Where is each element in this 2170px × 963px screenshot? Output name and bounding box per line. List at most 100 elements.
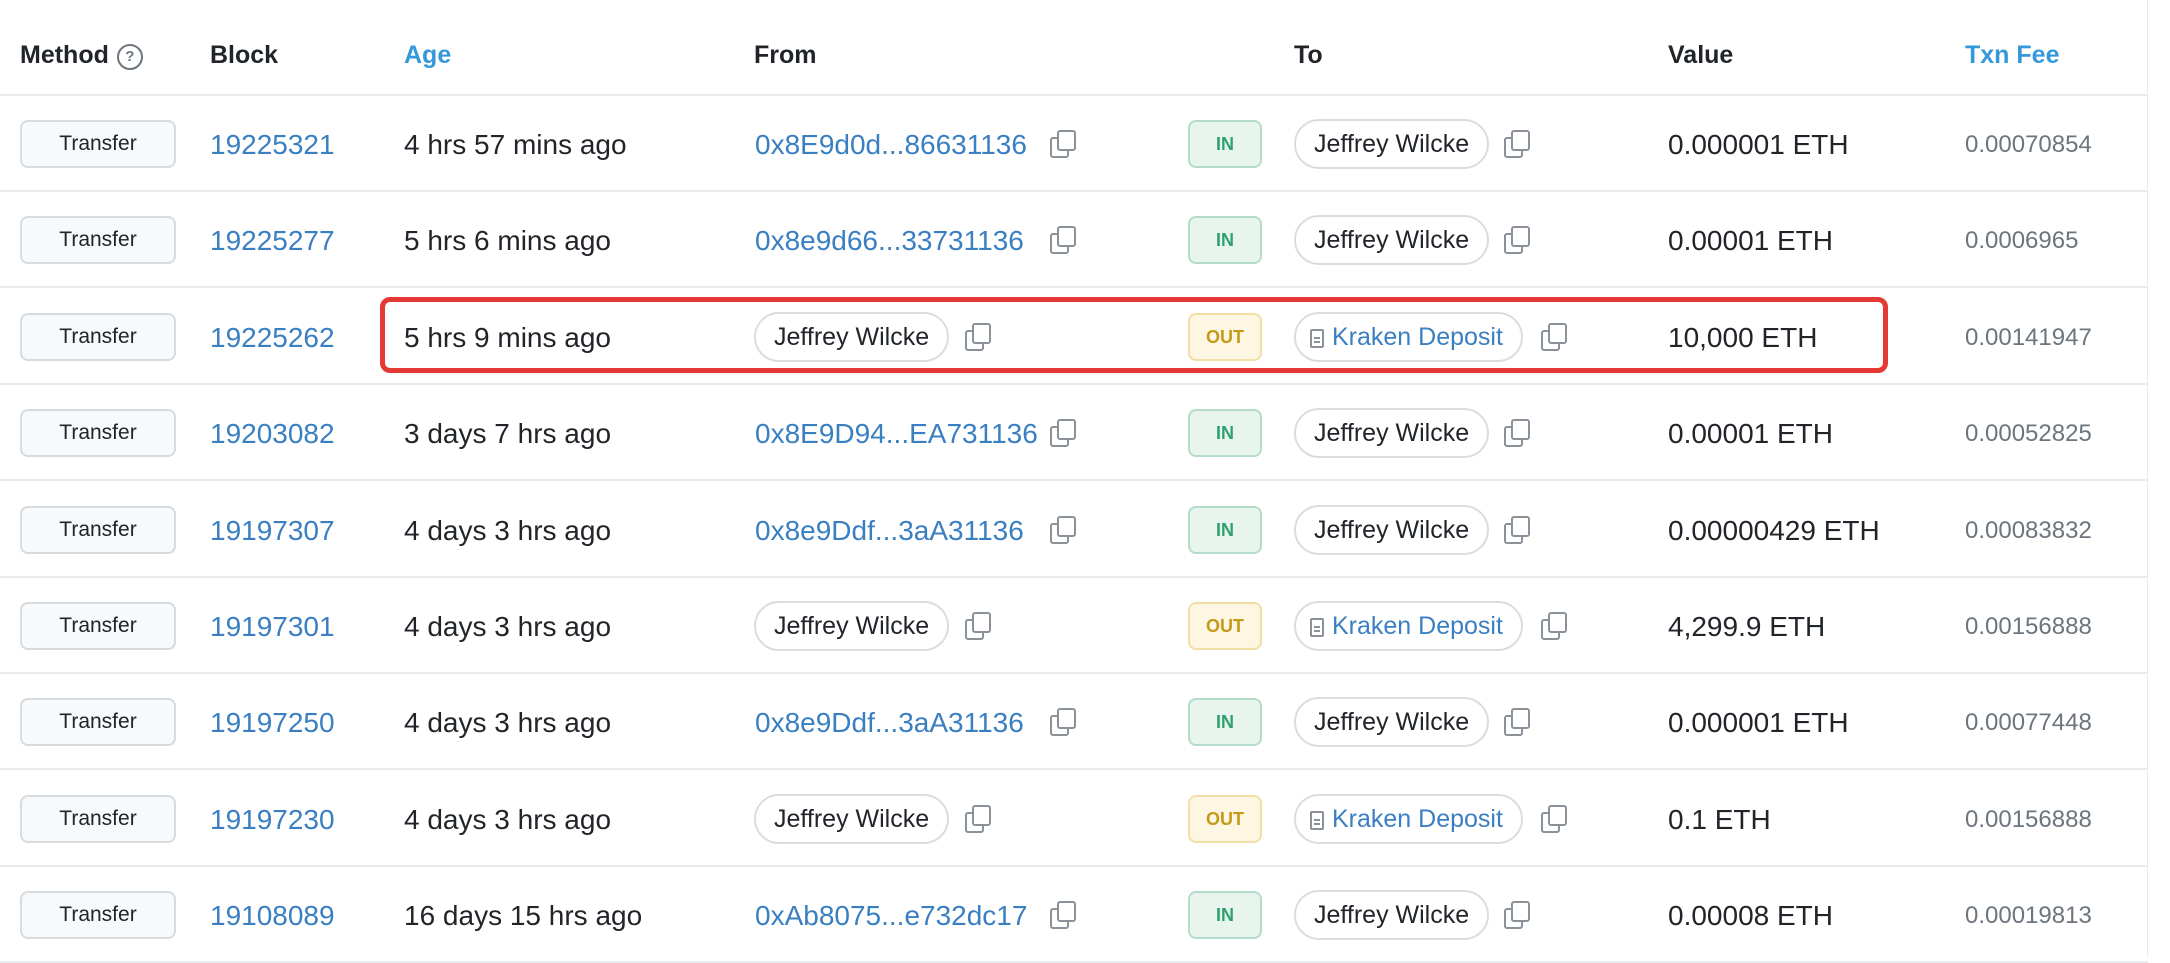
copy-icon[interactable]: [1050, 419, 1076, 448]
column-age[interactable]: Age: [404, 40, 451, 70]
copy-icon[interactable]: [1504, 130, 1530, 158]
to-name-pill[interactable]: Jeffrey Wilcke: [1294, 215, 1490, 266]
direction-badge: OUT: [1188, 602, 1262, 650]
copy-icon[interactable]: [1504, 708, 1530, 737]
copy-icon[interactable]: [1050, 515, 1076, 544]
column-value: Value: [1668, 41, 1734, 69]
from-address-link[interactable]: 0x8E9d0d...86631136: [755, 128, 1027, 162]
age-text: 4 hrs 57 mins ago: [404, 129, 627, 160]
direction-badge: IN: [1188, 409, 1262, 458]
table-row: Transfer 19197307 4 days 3 hrs ago 0x8e9…: [0, 482, 2148, 578]
value-text: 0.000001 ETH: [1668, 707, 1849, 739]
from-address-link[interactable]: 0x8e9d66...33731136: [755, 224, 1024, 258]
from-name-pill[interactable]: Jeffrey Wilcke: [754, 793, 950, 844]
block-link[interactable]: 19197307: [210, 514, 335, 548]
copy-icon[interactable]: [1504, 515, 1530, 544]
table-row: Transfer 19197250 4 days 3 hrs ago 0x8e9…: [0, 674, 2148, 771]
to-contract-pill[interactable]: Kraken Deposit: [1294, 793, 1523, 844]
copy-icon[interactable]: [1504, 901, 1530, 930]
txn-fee-text: 0.00083832: [1965, 516, 2092, 544]
from-address-link[interactable]: 0x8e9Ddf...3aA31136: [755, 706, 1024, 740]
column-txn-fee[interactable]: Txn Fee: [1965, 40, 2059, 70]
block-link[interactable]: 19225262: [210, 321, 335, 355]
from-name-pill[interactable]: Jeffrey Wilcke: [754, 311, 950, 362]
to-contract-label: Kraken Deposit: [1332, 612, 1503, 640]
copy-icon[interactable]: [965, 322, 991, 351]
method-badge[interactable]: Transfer: [20, 312, 176, 361]
block-link[interactable]: 19225321: [210, 128, 335, 162]
block-link[interactable]: 19197230: [210, 803, 335, 837]
value-text: 0.00001 ETH: [1668, 418, 1833, 450]
to-contract-label: Kraken Deposit: [1332, 804, 1503, 833]
age-text: 16 days 15 hrs ago: [404, 900, 643, 932]
txn-fee-text: 0.00052825: [1965, 420, 2092, 448]
age-text: 4 days 3 hrs ago: [404, 803, 612, 835]
value-text: 10,000 ETH: [1668, 321, 1818, 353]
from-address-link[interactable]: 0xAb8075...e732dc17: [755, 899, 1027, 933]
copy-icon[interactable]: [965, 612, 991, 640]
txn-fee-text: 0.00019813: [1965, 902, 2092, 930]
method-badge[interactable]: Transfer: [20, 120, 176, 168]
value-text: 0.00001 ETH: [1668, 225, 1833, 257]
age-text: 4 days 3 hrs ago: [404, 514, 612, 546]
value-text: 0.00008 ETH: [1668, 900, 1833, 932]
block-link[interactable]: 19197301: [210, 610, 335, 644]
document-icon: [1310, 328, 1324, 348]
block-link[interactable]: 19203082: [210, 417, 335, 451]
column-to: To: [1294, 41, 1323, 69]
age-text: 4 days 3 hrs ago: [404, 611, 612, 642]
method-badge[interactable]: Transfer: [20, 409, 176, 458]
block-link[interactable]: 19225277: [210, 224, 335, 258]
txn-fee-text: 0.00156888: [1965, 613, 2092, 640]
block-link[interactable]: 19197250: [210, 706, 335, 740]
method-badge[interactable]: Transfer: [20, 698, 176, 747]
to-contract-label: Kraken Deposit: [1332, 322, 1503, 351]
direction-badge: IN: [1188, 698, 1262, 747]
column-method: Method?: [20, 40, 143, 70]
value-text: 0.00000429 ETH: [1668, 514, 1880, 546]
copy-icon[interactable]: [1050, 708, 1076, 737]
column-from: From: [754, 41, 817, 69]
txn-fee-text: 0.0006965: [1965, 227, 2079, 255]
help-icon[interactable]: ?: [116, 44, 143, 70]
copy-icon[interactable]: [1050, 901, 1076, 930]
to-name-pill[interactable]: Jeffrey Wilcke: [1294, 408, 1490, 459]
method-badge[interactable]: Transfer: [20, 891, 176, 940]
age-text: 5 hrs 9 mins ago: [404, 321, 611, 353]
from-name-pill[interactable]: Jeffrey Wilcke: [754, 601, 950, 651]
to-name-pill[interactable]: Jeffrey Wilcke: [1294, 697, 1490, 748]
value-text: 4,299.9 ETH: [1668, 611, 1826, 642]
vertical-scrollbar[interactable]: [2147, 0, 2170, 958]
from-address-link[interactable]: 0x8E9D94...EA731136: [755, 417, 1038, 451]
to-name-pill[interactable]: Jeffrey Wilcke: [1294, 504, 1490, 555]
table-row: Transfer 19108089 16 days 15 hrs ago 0xA…: [0, 867, 2148, 963]
from-address-link[interactable]: 0x8e9Ddf...3aA31136: [755, 514, 1024, 548]
block-link[interactable]: 19108089: [210, 899, 335, 933]
to-name-pill[interactable]: Jeffrey Wilcke: [1294, 890, 1490, 941]
copy-icon[interactable]: [1050, 130, 1076, 158]
table-row: Transfer 19197301 4 days 3 hrs ago Jeffr…: [0, 578, 2148, 674]
copy-icon[interactable]: [1541, 322, 1567, 351]
value-text: 0.000001 ETH: [1668, 129, 1849, 160]
direction-badge: OUT: [1188, 312, 1262, 361]
copy-icon[interactable]: [1541, 612, 1567, 640]
direction-badge: OUT: [1188, 794, 1262, 843]
table-header: Method? Block Age From To Value Txn Fee: [0, 0, 2148, 96]
direction-badge: IN: [1188, 891, 1262, 940]
copy-icon[interactable]: [1504, 226, 1530, 255]
txn-fee-text: 0.00141947: [1965, 323, 2092, 351]
method-badge[interactable]: Transfer: [20, 794, 176, 843]
to-name-pill[interactable]: Jeffrey Wilcke: [1294, 119, 1490, 169]
column-block: Block: [210, 41, 279, 69]
to-contract-pill[interactable]: Kraken Deposit: [1294, 311, 1523, 362]
copy-icon[interactable]: [1050, 226, 1076, 255]
copy-icon[interactable]: [1504, 419, 1530, 448]
to-contract-pill[interactable]: Kraken Deposit: [1294, 601, 1523, 651]
method-badge[interactable]: Transfer: [20, 505, 176, 554]
direction-badge: IN: [1188, 216, 1262, 265]
method-badge[interactable]: Transfer: [20, 602, 176, 650]
table-row: Transfer 19197230 4 days 3 hrs ago Jeffr…: [0, 771, 2148, 867]
method-badge[interactable]: Transfer: [20, 216, 176, 265]
copy-icon[interactable]: [1541, 804, 1567, 833]
copy-icon[interactable]: [965, 804, 991, 833]
